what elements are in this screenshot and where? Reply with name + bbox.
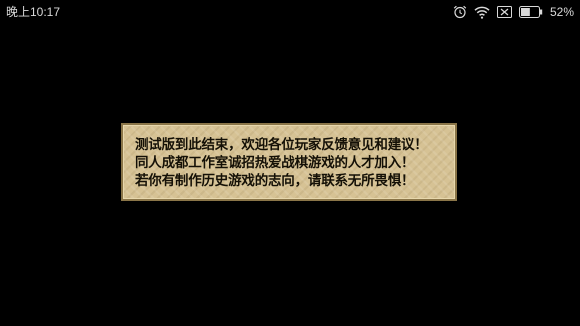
no-sim-icon bbox=[496, 6, 512, 18]
dialog-line-2: 同人成都工作室诚招热爱战棋游戏的人才加入！ bbox=[135, 155, 415, 171]
status-time: 晚上10:17 bbox=[6, 5, 61, 19]
battery-percent: 52% bbox=[549, 5, 574, 19]
status-bar: 晚上10:17 52% bbox=[0, 0, 580, 24]
alarm-clock-icon bbox=[453, 5, 467, 19]
dialog-line-1: 测试版到此结束，欢迎各位玩家反馈意见和建议！ bbox=[135, 137, 428, 153]
dialog-line-3: 若你有制作历史游戏的志向，请联系无所畏惧！ bbox=[135, 173, 415, 189]
game-screen[interactable]: 晚上10:17 52% 测试版到此结束，欢迎各位玩家反馈意见和建议！ 同人成都工… bbox=[0, 0, 580, 326]
wifi-icon bbox=[474, 6, 490, 19]
battery-fill bbox=[520, 8, 530, 16]
status-icons: 52% bbox=[453, 4, 574, 20]
message-dialog[interactable]: 测试版到此结束，欢迎各位玩家反馈意见和建议！ 同人成都工作室诚招热爱战棋游戏的人… bbox=[121, 123, 457, 201]
battery-icon bbox=[518, 6, 543, 18]
